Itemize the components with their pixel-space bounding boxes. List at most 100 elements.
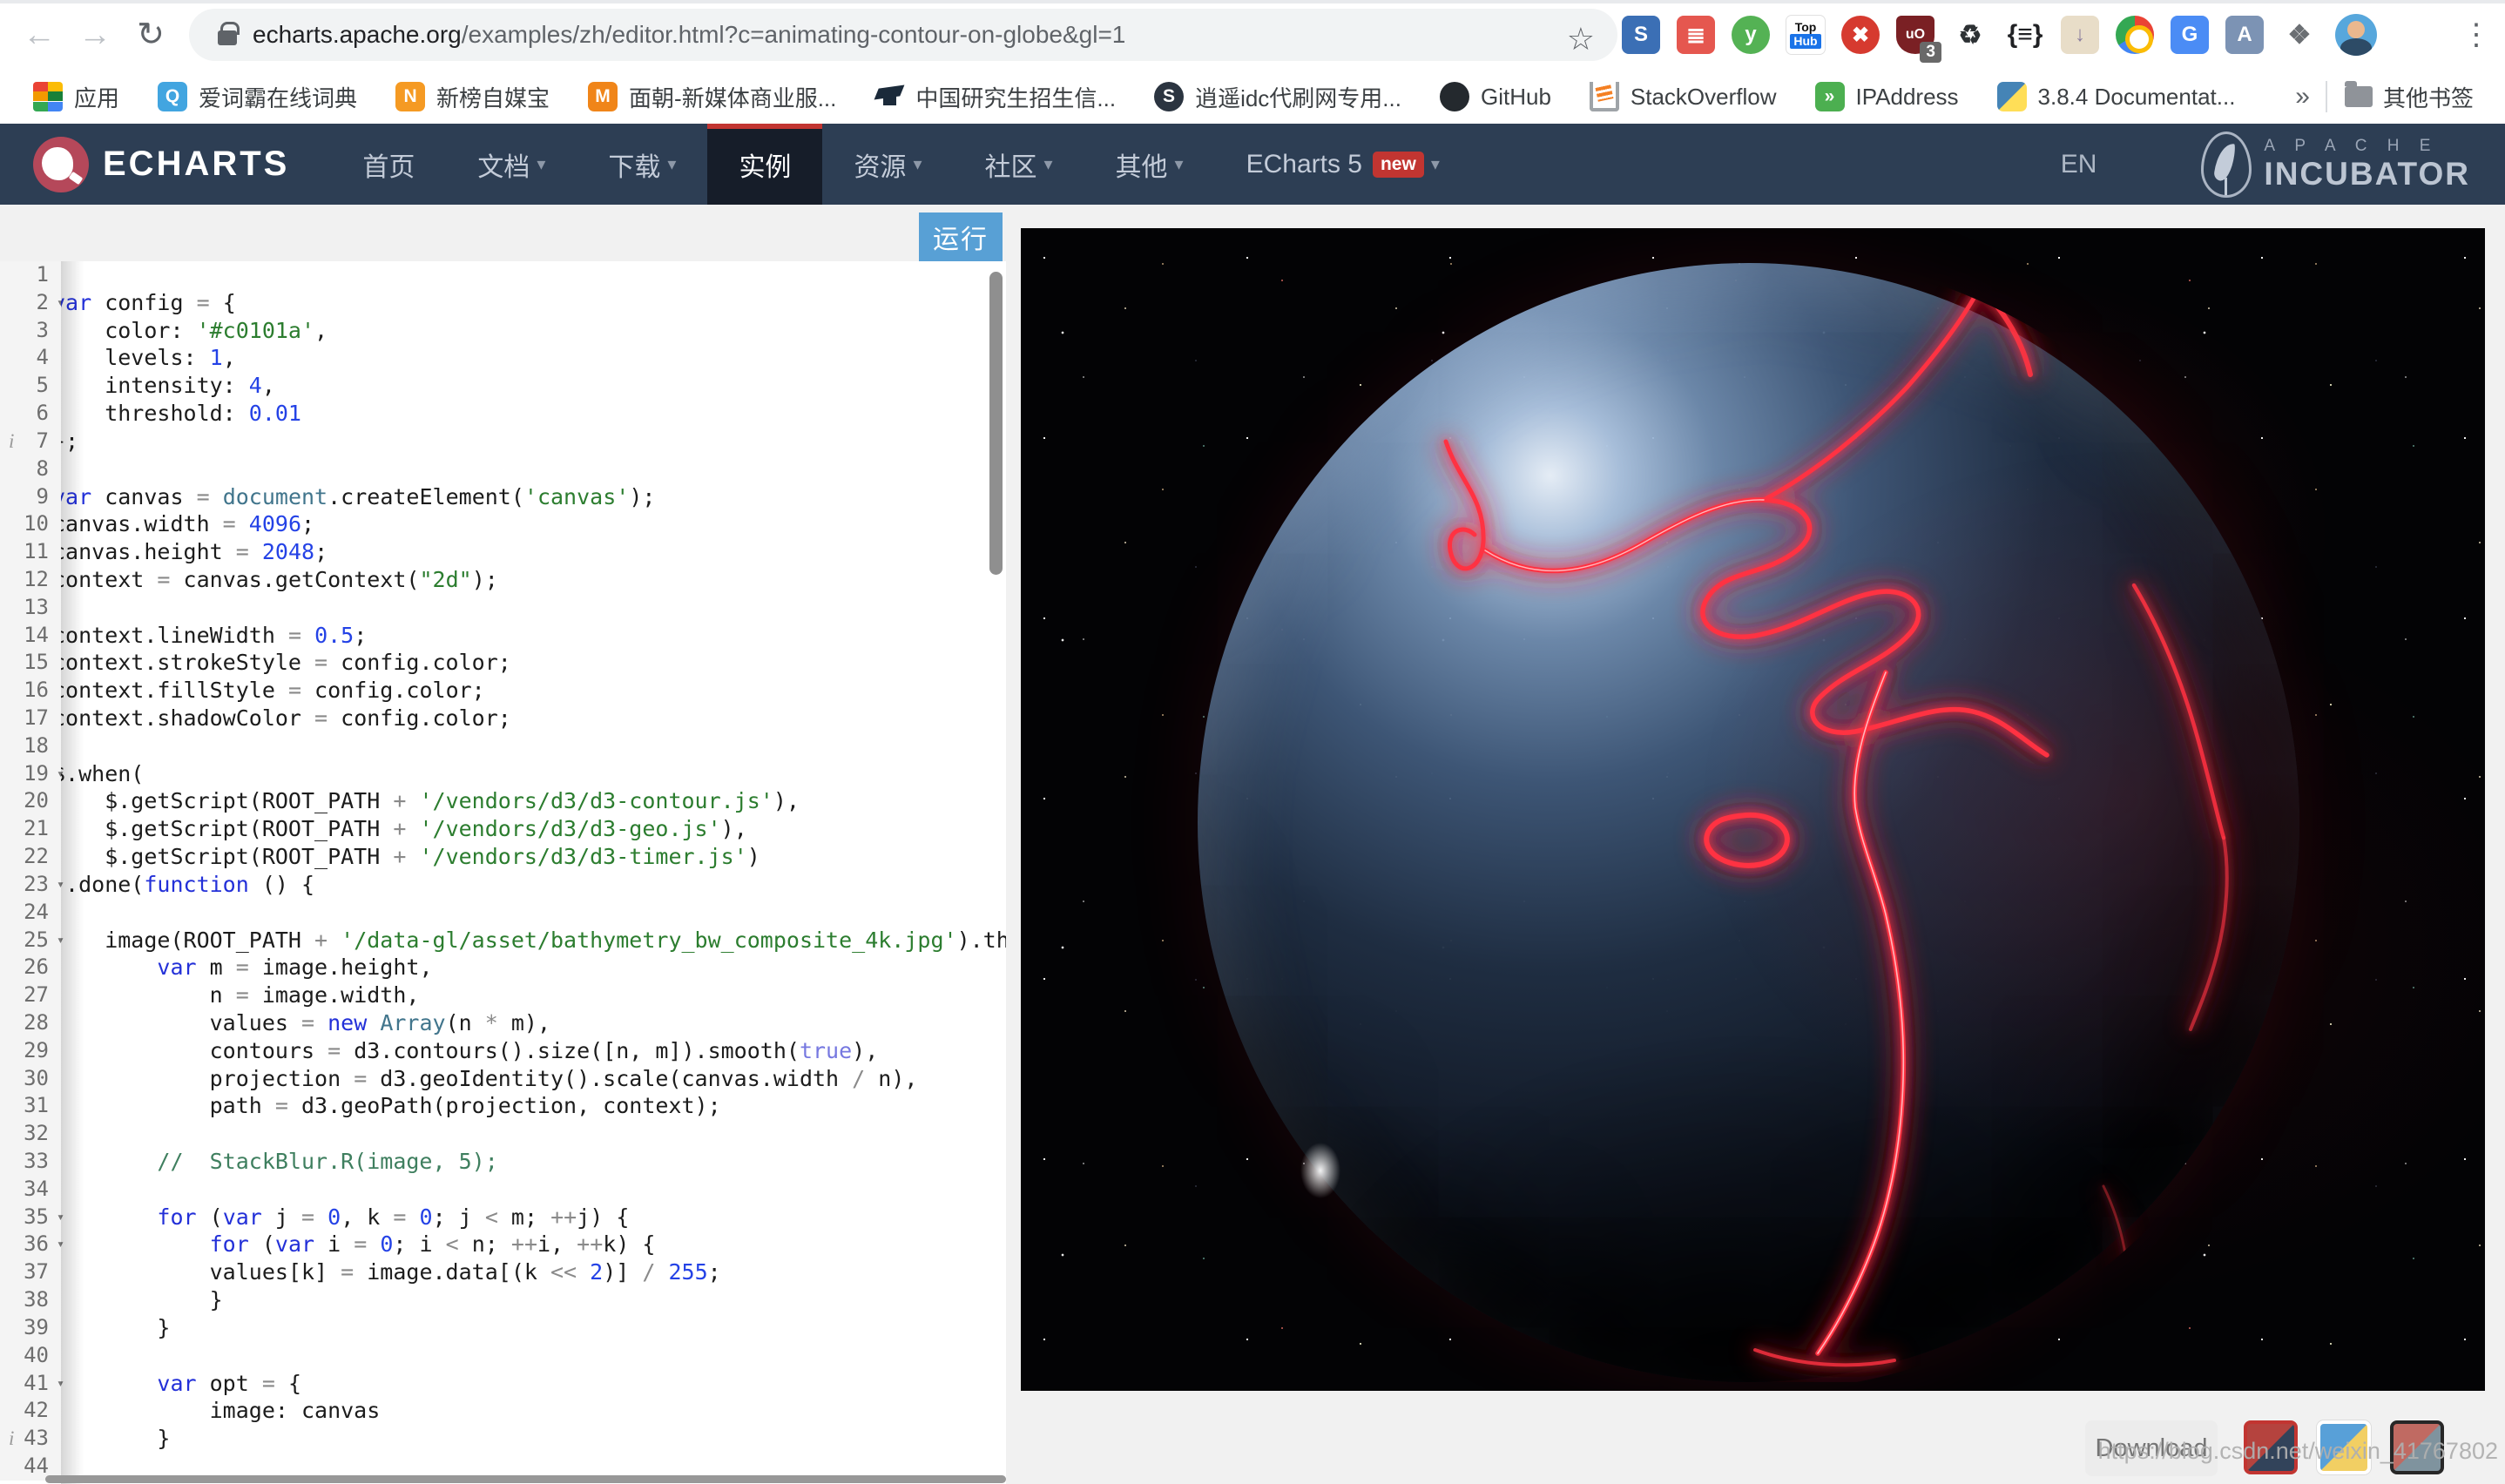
code-line[interactable]: contours = d3.contours().size([n, m]).sm… [61,1037,1006,1065]
code-line[interactable]: threshold: 0.01 [61,400,1006,428]
code-line[interactable]: ).done(function () { [61,871,1006,899]
code-line[interactable]: } [61,1314,1006,1342]
line-number[interactable]: 31 [0,1092,61,1120]
code-line[interactable]: context.shadowColor = config.color; [61,705,1006,732]
bookmark-stackoverflow[interactable]: StackOverflow [1590,82,1777,111]
other-bookmarks[interactable]: 其他书签 [2383,81,2474,113]
code-editor[interactable]: 12▾var config = {3 color: '#c0101a',4 le… [0,261,1006,1484]
bookmarks-overflow-icon[interactable]: » [2295,82,2310,111]
line-number[interactable]: 27 [0,981,61,1009]
code-line[interactable]: projection = d3.geoIdentity().scale(canv… [61,1065,1006,1093]
code-line[interactable] [61,594,1006,622]
line-number[interactable]: 17 [0,705,61,732]
line-number[interactable]: 28 [0,1009,61,1037]
line-number[interactable]: 41▾ [0,1370,61,1398]
line-number[interactable]: 24 [0,899,61,927]
code-line[interactable] [61,732,1006,760]
adblock-hand-icon[interactable]: ✖ [1841,16,1880,54]
line-number[interactable]: 21 [0,815,61,843]
line-number[interactable]: 4 [0,344,61,372]
line-number[interactable]: 19▾ [0,760,61,788]
stylus-icon[interactable]: S [1622,16,1660,54]
nav-item-社区[interactable]: 社区▾ [953,124,1084,205]
nav-item-ECharts 5[interactable]: ECharts 5new▾ [1215,124,1471,205]
dictionary-book-icon[interactable]: A [2225,16,2264,54]
code-line[interactable]: canvas.height = 2048; [61,538,1006,566]
line-number[interactable]: 6 [0,400,61,428]
code-line[interactable]: context.lineWidth = 0.5; [61,622,1006,650]
code-line[interactable] [61,455,1006,483]
code-line[interactable]: } [61,1425,1006,1453]
code-line[interactable]: }; [61,428,1006,455]
bookmark-star-icon[interactable]: ☆ [1567,21,1595,57]
nav-item-文档[interactable]: 文档▾ [446,124,577,205]
line-number[interactable]: 29 [0,1037,61,1065]
code-line[interactable]: $.getScript(ROOT_PATH + '/vendors/d3/d3-… [61,815,1006,843]
bookmark-iciba[interactable]: Q爱词霸在线词典 [158,81,357,113]
language-switch[interactable]: EN [2061,150,2097,179]
bookmark-yanzhao[interactable]: 中国研究生招生信... [874,81,1116,113]
editor-horizontal-scrollbar[interactable] [45,1475,1006,1483]
line-number[interactable]: 32 [0,1120,61,1148]
code-line[interactable]: var canvas = document.createElement('can… [61,483,1006,511]
google-translate-icon[interactable]: G [2171,16,2209,54]
code-line[interactable]: values[k] = image.data[(k << 2)] / 255; [61,1258,1006,1286]
y-translate-icon[interactable]: y [1732,16,1770,54]
profile-avatar[interactable] [2335,14,2377,56]
line-number[interactable]: 40 [0,1342,61,1370]
editor-vertical-scrollbar[interactable] [989,272,1003,575]
braces-json-icon[interactable]: {≡} [2006,16,2044,54]
code-line[interactable]: image: canvas [61,1397,1006,1425]
code-line[interactable]: for (var j = 0, k = 0; j < m; ++j) { [61,1204,1006,1231]
recycle-icon[interactable]: ♻ [1951,16,1989,54]
code-line[interactable]: levels: 1, [61,344,1006,372]
line-number[interactable]: 1 [0,261,61,289]
notes-list-icon[interactable]: ≣ [1677,16,1715,54]
run-button[interactable]: 运行 [919,212,1003,261]
line-number[interactable]: 20 [0,787,61,815]
line-number[interactable]: 2▾ [0,289,61,317]
folder-download-icon[interactable]: ↓ [2061,16,2099,54]
line-number[interactable]: 30 [0,1065,61,1093]
line-number[interactable]: 11 [0,538,61,566]
code-line[interactable]: n = image.width, [61,981,1006,1009]
line-number[interactable]: 38 [0,1286,61,1314]
line-number[interactable]: 43i [0,1425,61,1453]
nav-item-首页[interactable]: 首页 [331,124,446,205]
line-number[interactable]: 25▾ [0,927,61,954]
tophub-icon[interactable]: TopHub [1786,16,1825,54]
line-number[interactable]: 13 [0,594,61,622]
code-line[interactable]: $.getScript(ROOT_PATH + '/vendors/d3/d3-… [61,843,1006,871]
line-number[interactable]: 14 [0,622,61,650]
code-line[interactable]: $.getScript(ROOT_PATH + '/vendors/d3/d3-… [61,787,1006,815]
line-number[interactable]: 10 [0,510,61,538]
line-number[interactable]: 18 [0,732,61,760]
bookmark-newrank[interactable]: N新榜自媒宝 [395,81,550,113]
code-line[interactable]: canvas.width = 4096; [61,510,1006,538]
line-number[interactable]: 39 [0,1314,61,1342]
code-line[interactable] [61,899,1006,927]
back-icon[interactable]: ← [16,12,63,59]
code-line[interactable]: context.strokeStyle = config.color; [61,649,1006,677]
ublock-shield-icon[interactable]: uO3 [1896,16,1934,54]
line-number[interactable]: 34 [0,1176,61,1204]
line-number[interactable]: 22 [0,843,61,871]
bookmark-python-docs[interactable]: 3.8.4 Documentat... [1997,82,2236,111]
code-line[interactable] [61,261,1006,289]
code-line[interactable]: $.when( [61,760,1006,788]
nav-item-下载[interactable]: 下载▾ [577,124,707,205]
line-number[interactable]: 9 [0,483,61,511]
line-number[interactable]: 8 [0,455,61,483]
chrome-icon[interactable] [2116,16,2154,54]
line-number[interactable]: 12 [0,566,61,594]
bookmark-xiaoyao-idc[interactable]: S逍遥idc代刷网专用... [1154,81,1401,113]
line-number[interactable]: 42 [0,1397,61,1425]
bookmark-github[interactable]: GitHub [1440,82,1551,111]
line-number[interactable]: 5 [0,372,61,400]
reload-icon[interactable]: ↻ [127,12,174,59]
line-number[interactable]: 36▾ [0,1231,61,1258]
code-line[interactable]: var config = { [61,289,1006,317]
code-line[interactable]: } [61,1286,1006,1314]
line-number[interactable]: 16 [0,677,61,705]
echarts-logo[interactable]: ECHARTS [33,137,289,192]
